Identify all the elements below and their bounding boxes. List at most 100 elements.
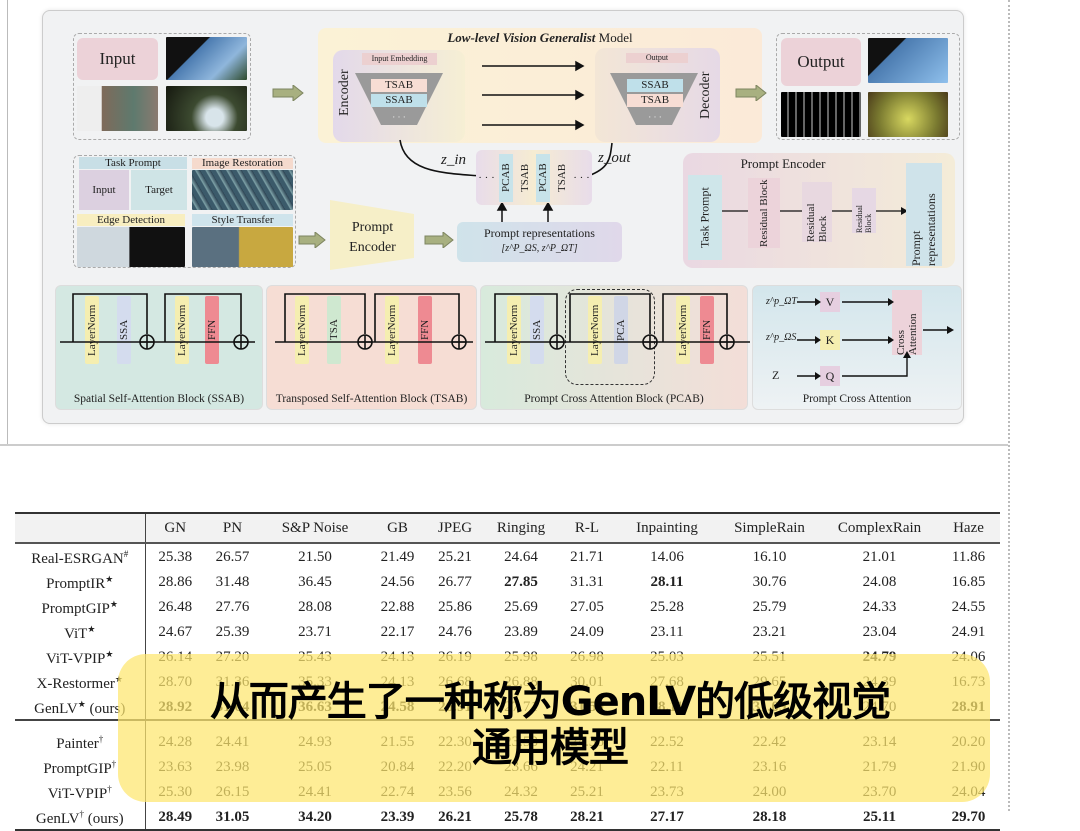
table-row: PromptGIP★ 26.48 27.76 28.08 22.88 25.86 25.69… [15, 594, 1000, 619]
pcab-caption: Prompt Cross Attention Block (PCAB) [524, 393, 704, 405]
image-restoration-example [192, 170, 293, 210]
column-header: GB [370, 512, 425, 544]
table-row: ViT★ 24.67 25.39 23.71 22.17 24.76 23.89 24.09 2… [15, 619, 1000, 644]
header-corner [15, 512, 146, 544]
page-edge-right [1008, 0, 1010, 811]
method-label: Real-ESRGAN [31, 551, 124, 567]
score-cell: 36.45 [298, 573, 332, 590]
score-cell: 23.89 [504, 623, 538, 640]
decoder-output: Output [626, 53, 688, 63]
decoder-block-tsab: TSAB [627, 94, 683, 107]
column-header: R-L [557, 512, 617, 544]
score-cell: 24.33 [862, 598, 897, 615]
method-mark: † [107, 784, 112, 794]
subtitle-line-2: 通用模型 [472, 725, 629, 771]
score-cell: 34.20 [260, 804, 370, 831]
task-prompt-title: Task Prompt [79, 157, 187, 169]
output-label: Output [781, 38, 861, 86]
score-cell: 25.11 [822, 804, 937, 831]
prompt-encoder-panel-title: Prompt Encoder [740, 156, 826, 171]
score-cell: 30.76 [752, 573, 787, 590]
chain-more: · · · [573, 171, 590, 184]
arrow-right-icon [735, 85, 767, 101]
score-cell: 28.86 [158, 573, 193, 590]
score-cell: 21.71 [570, 548, 604, 565]
arrow-right-icon [272, 85, 304, 101]
prompt-representations-math: [z^P_ΩS, z^P_ΩT] [501, 243, 578, 254]
output-image-building [868, 38, 948, 83]
table-header-row: GN PN S&P Noise GB JPEG Ringing R-L Inpainting S… [15, 512, 1000, 544]
pca-input-z: Z [772, 368, 780, 382]
score-cell: 11.86 [951, 548, 986, 565]
input-label: Input [77, 38, 158, 80]
score-cell: 27.85 [504, 573, 538, 590]
score-cell: 28.49 [145, 804, 205, 831]
block-flow-lines [60, 293, 750, 350]
score-cell: 23.71 [298, 623, 332, 640]
score-cell: 28.11 [650, 573, 684, 590]
score-cell: 25.28 [650, 598, 684, 615]
method-label: PromptIR [46, 576, 106, 592]
output-image-edges [781, 92, 861, 137]
method-label: GenLV [34, 701, 78, 717]
pca-arrows [797, 298, 954, 380]
score-cell: 26.57 [215, 548, 250, 565]
score-cell: 24.91 [951, 623, 986, 640]
method-name: PromptIR★ [15, 569, 146, 594]
table-row: PromptIR★ 28.86 31.48 36.45 24.56 26.77 27.85 3… [15, 569, 1000, 594]
score-cell: 25.78 [485, 804, 557, 831]
score-cell: 25.21 [438, 548, 472, 565]
score-cell: 24.08 [862, 573, 897, 590]
task-prompt-input: Input [79, 170, 129, 210]
score-cell: 23.11 [650, 623, 684, 640]
style-transfer-example [192, 227, 293, 267]
image-restoration-label: Image Restoration [192, 158, 293, 169]
pcab-tsab-chain: · · · PCAB TSAB PCAB TSAB · · · [476, 150, 592, 205]
score-cell: 16.85 [951, 573, 986, 590]
score-cell: 23.39 [370, 804, 425, 831]
model-title-italic: Low-level Vision Generalist [447, 30, 596, 45]
chain-tsab: TSAB [555, 163, 568, 192]
input-image-building [166, 37, 247, 80]
section-divider [0, 444, 1008, 446]
page-edge-left [7, 0, 8, 445]
encoder-block-tsab: TSAB [371, 79, 427, 92]
column-header: JPEG [425, 512, 485, 544]
score-cell: 25.38 [158, 548, 193, 565]
model-title-rest: Model [595, 30, 633, 45]
method-label: ViT-VPIP [47, 786, 108, 802]
method-label: PromptGIP [41, 601, 110, 617]
score-cell: 25.69 [504, 598, 538, 615]
decoder-more: · · · [648, 112, 662, 122]
method-label: Painter [56, 736, 99, 752]
score-cell: 24.09 [570, 623, 604, 640]
score-cell: 21.49 [380, 548, 415, 565]
decoder-block-ssab: SSAB [627, 79, 683, 92]
method-mark: ★ [105, 574, 114, 584]
column-header: Ringing [485, 512, 557, 544]
skip-connection-arrows [482, 60, 585, 131]
tsab-caption: Transposed Self-Attention Block (TSAB) [275, 393, 468, 405]
chain-pcab: PCAB [499, 153, 514, 202]
method-label: GenLV [35, 811, 80, 827]
score-cell: 26.48 [158, 598, 193, 615]
method-label: ViT-VPIP [46, 651, 106, 667]
arrow-right-icon [424, 232, 454, 248]
encoder-more: · · · [392, 112, 406, 122]
column-header: Inpainting [617, 512, 717, 544]
style-transfer-label: Style Transfer [192, 214, 293, 226]
pe-connectors [722, 207, 908, 215]
score-cell: 23.04 [862, 623, 897, 640]
score-cell: 25.39 [215, 623, 250, 640]
input-image-street [77, 86, 158, 131]
score-cell: 26.21 [425, 804, 485, 831]
method-name: ViT★ [15, 619, 146, 644]
edge-detection-example [77, 227, 185, 267]
score-cell: 27.76 [215, 598, 250, 615]
edge-detection-label: Edge Detection [77, 214, 185, 226]
method-suffix: (ours) [84, 811, 124, 827]
task-prompt-target: Target [131, 170, 187, 210]
score-cell: 28.21 [557, 804, 617, 831]
method-name: PromptGIP★ [15, 594, 146, 619]
arrow-right-icon [298, 232, 326, 248]
